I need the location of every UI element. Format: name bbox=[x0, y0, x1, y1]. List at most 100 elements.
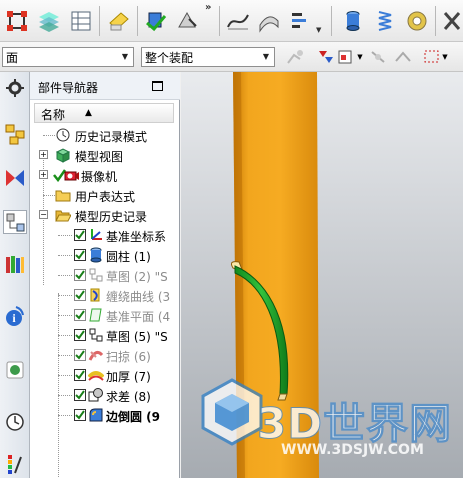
sweep-icon bbox=[88, 347, 104, 363]
sweep-tool-icon[interactable] bbox=[438, 6, 463, 36]
visibility-checkbox[interactable] bbox=[74, 349, 86, 361]
system-materials-icon[interactable] bbox=[3, 452, 27, 476]
visibility-checkbox[interactable] bbox=[74, 409, 86, 421]
tree-connector bbox=[58, 355, 72, 356]
coordinate-system-icon[interactable] bbox=[2, 6, 32, 36]
collapse-minus-icon[interactable]: − bbox=[39, 210, 48, 219]
spring-icon[interactable] bbox=[370, 6, 400, 36]
expand-plus-icon[interactable]: + bbox=[39, 170, 48, 179]
tree-item-sketch-2[interactable]: 草图 (2) "S bbox=[34, 265, 174, 285]
visibility-checkbox[interactable] bbox=[74, 389, 86, 401]
tree-item-cylinder[interactable]: 圆柱 (1) bbox=[34, 245, 174, 265]
column-header-label: 名称 bbox=[41, 108, 66, 122]
tree-item-label: 模型历史记录 bbox=[75, 210, 148, 224]
tree-item-label: 扫掠 (6) bbox=[106, 350, 151, 364]
tree-connector bbox=[58, 335, 72, 336]
visibility-checkbox[interactable] bbox=[74, 249, 86, 261]
tree-item-subtract[interactable]: 求差 (8) bbox=[34, 385, 174, 405]
cylinder-icon[interactable] bbox=[338, 6, 368, 36]
thread-icon[interactable] bbox=[402, 6, 432, 36]
scope-filter-select[interactable]: 整个装配 ▼ bbox=[141, 47, 275, 67]
snap-tool-icon[interactable] bbox=[368, 48, 388, 66]
more-tools-icon[interactable]: » bbox=[205, 2, 215, 14]
part-navigator-icon[interactable] bbox=[3, 210, 27, 234]
info-icon[interactable]: i bbox=[3, 304, 27, 328]
web-browser-icon[interactable] bbox=[3, 358, 27, 382]
tree-item-user-expressions[interactable]: 用户表达式 bbox=[34, 185, 174, 205]
edge-blend-icon bbox=[88, 407, 104, 423]
expand-plus-icon[interactable]: + bbox=[39, 150, 48, 159]
maximize-icon[interactable] bbox=[152, 81, 163, 91]
tree-item-model-views[interactable]: + 模型视图 bbox=[34, 145, 174, 165]
hide-object-icon[interactable] bbox=[172, 6, 202, 36]
tree-item-thicken[interactable]: 加厚 (7) bbox=[34, 365, 174, 385]
navigator-tree: 历史记录模式 + 模型视图 + 摄像机 用户表达式 − 模型历史记录 基准坐标系… bbox=[34, 123, 174, 478]
edit-object-icon[interactable] bbox=[104, 6, 134, 36]
toolbar-separator bbox=[137, 6, 138, 36]
tree-connector bbox=[58, 315, 72, 316]
type-filter-value: 面 bbox=[6, 50, 19, 65]
tree-item-camera[interactable]: + 摄像机 bbox=[34, 165, 174, 185]
tree-connector bbox=[58, 395, 72, 396]
resource-bar: i bbox=[0, 72, 30, 478]
gear-icon[interactable] bbox=[3, 76, 27, 100]
align-dropdown-icon[interactable] bbox=[286, 6, 316, 36]
visibility-checkbox[interactable] bbox=[74, 309, 86, 321]
tree-item-label: 圆柱 (1) bbox=[106, 250, 151, 264]
snap-point-icon[interactable] bbox=[285, 48, 305, 66]
tree-item-wrap-curve[interactable]: 缠绕曲线 (3 bbox=[34, 285, 174, 305]
tree-connector bbox=[58, 235, 72, 236]
chevron-down-icon[interactable]: ▼ bbox=[316, 26, 324, 34]
graphics-window[interactable]: 3D世界网 WWW.3DSJW.COM bbox=[181, 72, 463, 478]
show-hide-icon[interactable] bbox=[141, 6, 171, 36]
tree-item-model-history[interactable]: − 模型历史记录 bbox=[34, 205, 174, 225]
type-filter-select[interactable]: 面 ▼ bbox=[2, 47, 134, 67]
rectangle-select-icon[interactable] bbox=[422, 48, 442, 66]
chevron-down-icon[interactable]: ▼ bbox=[355, 48, 365, 66]
visibility-checkbox[interactable] bbox=[74, 289, 86, 301]
main-toolbar: » ▼ bbox=[0, 0, 463, 42]
tree-item-history-mode[interactable]: 历史记录模式 bbox=[34, 125, 174, 145]
tree-item-datum-csys[interactable]: 基准坐标系 bbox=[34, 225, 174, 245]
layer-table-icon[interactable] bbox=[66, 6, 96, 36]
visibility-checkbox[interactable] bbox=[74, 269, 86, 281]
datum-plane-icon bbox=[88, 307, 104, 323]
visibility-checkbox[interactable] bbox=[74, 329, 86, 341]
sketch-icon bbox=[88, 267, 104, 283]
visibility-checkbox[interactable] bbox=[74, 229, 86, 241]
toolbar-separator bbox=[435, 6, 436, 36]
tree-connector bbox=[58, 375, 72, 376]
nx-window: » ▼ 面 ▼ 整个装配 ▼ ▼ ▼ i 部件导航器 名称 ▲ 历史记录模式 +… bbox=[0, 0, 463, 478]
tree-item-label: 基准坐标系 bbox=[106, 230, 167, 244]
scope-filter-value: 整个装配 bbox=[145, 50, 194, 65]
tree-item-label: 草图 (5) "S bbox=[106, 330, 168, 344]
tree-item-label: 历史记录模式 bbox=[75, 130, 148, 144]
layer-settings-icon[interactable] bbox=[34, 6, 64, 36]
feature-select-icon[interactable] bbox=[336, 48, 356, 66]
folder-open-icon bbox=[55, 207, 71, 223]
reuse-library-icon[interactable] bbox=[3, 252, 27, 276]
constraint-navigator-icon[interactable] bbox=[3, 166, 27, 190]
select-filter-icon[interactable] bbox=[316, 48, 336, 66]
tree-item-datum-plane[interactable]: 基准平面 (4 bbox=[34, 305, 174, 325]
snap-grid-icon[interactable] bbox=[393, 48, 413, 66]
tree-item-edge-blend[interactable]: 边倒圆 (9 bbox=[34, 405, 174, 425]
assembly-navigator-icon[interactable] bbox=[3, 122, 27, 146]
wrap-curve-icon bbox=[88, 287, 104, 303]
thicken-icon bbox=[88, 367, 104, 383]
history-clock-icon[interactable] bbox=[3, 410, 27, 434]
tree-item-sketch-5[interactable]: 草图 (5) "S bbox=[34, 325, 174, 345]
tree-connector bbox=[58, 255, 72, 256]
toolbar-separator bbox=[99, 6, 100, 36]
visibility-checkbox[interactable] bbox=[74, 369, 86, 381]
tree-item-sweep[interactable]: 扫掠 (6) bbox=[34, 345, 174, 365]
chevron-down-icon: ▼ bbox=[262, 52, 270, 61]
cylinder-feature-icon bbox=[88, 247, 104, 263]
name-column-header[interactable]: 名称 ▲ bbox=[34, 103, 174, 123]
folder-icon bbox=[55, 187, 71, 203]
tree-item-label: 用户表达式 bbox=[75, 190, 136, 204]
curve-tool-icon[interactable] bbox=[223, 6, 253, 36]
chevron-down-icon[interactable]: ▼ bbox=[440, 48, 450, 66]
chevron-down-icon: ▼ bbox=[121, 52, 129, 61]
surface-tool-icon[interactable] bbox=[254, 6, 284, 36]
